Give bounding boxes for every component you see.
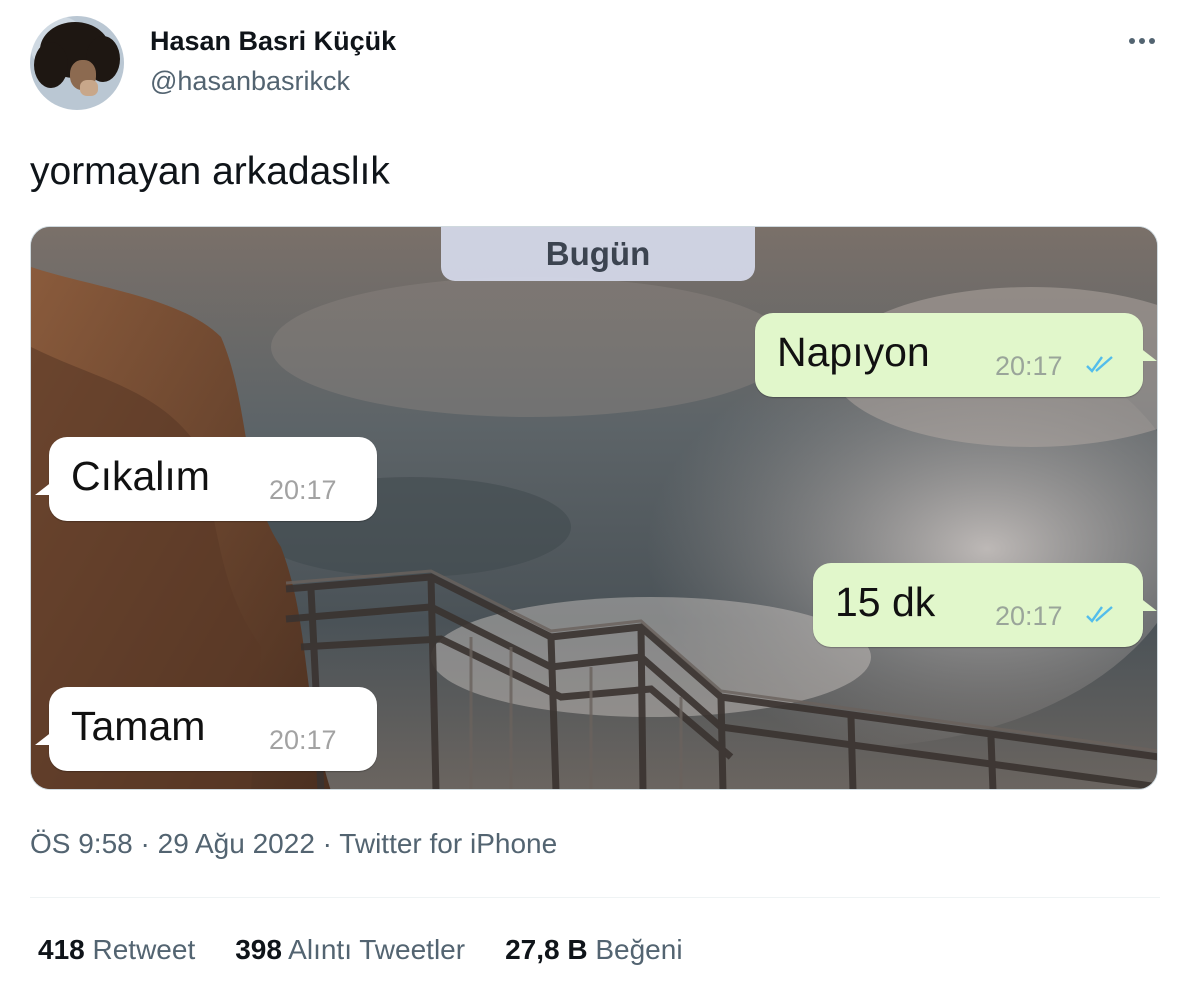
chat-message-text: Tamam	[71, 703, 206, 749]
chat-bubble-incoming: Tamam 20:17	[35, 687, 377, 771]
chat-bubble-outgoing: Napıyon 20:17	[755, 313, 1157, 397]
more-dots-icon	[1139, 38, 1145, 44]
likes-stat[interactable]: 27,8 B Beğeni	[505, 934, 682, 966]
quotes-count: 398	[235, 934, 282, 965]
chat-message-text: Napıyon	[777, 329, 930, 375]
chat-bubble-outgoing: 15 dk 20:17	[813, 563, 1157, 647]
chat-message-text: Cıkalım	[71, 453, 210, 499]
retweets-label: Retweet	[92, 934, 196, 965]
retweets-count: 418	[38, 934, 85, 965]
chat-message-text: 15 dk	[835, 579, 936, 625]
double-check-icon	[1086, 356, 1113, 373]
avatar[interactable]	[30, 16, 124, 110]
tweet-date-link[interactable]: 29 Ağu 2022	[158, 828, 315, 859]
meta-separator: ·	[132, 828, 158, 859]
tweet-meta: ÖS 9:58 · 29 Ağu 2022 · Twitter for iPho…	[30, 828, 557, 860]
double-check-icon	[1086, 606, 1113, 623]
quotes-label: Alıntı Tweetler	[288, 934, 466, 965]
likes-label: Beğeni	[595, 934, 683, 965]
author-handle[interactable]: @hasanbasrikck	[150, 66, 350, 97]
chat-date-chip: Bugün	[441, 227, 755, 281]
retweets-stat[interactable]: 418 Retweet	[38, 934, 195, 966]
tweet-stats: 418 Retweet 398 Alıntı Tweetler 27,8 B B…	[38, 934, 683, 966]
tweet-text: yormayan arkadaslık	[30, 150, 390, 193]
chat-bubble-incoming: Cıkalım 20:17	[35, 437, 377, 521]
author-name[interactable]: Hasan Basri Küçük	[150, 26, 396, 57]
quotes-stat[interactable]: 398 Alıntı Tweetler	[235, 934, 465, 966]
more-options-button[interactable]	[1122, 26, 1162, 56]
tweet-media-image[interactable]: Bugün Napıyon 20:17 Cıkalım 20:17 15 dk …	[30, 226, 1158, 790]
tweet-source-link[interactable]: Twitter for iPhone	[339, 828, 557, 859]
chat-message-time: 20:17	[269, 725, 337, 755]
tweet-time-link[interactable]: ÖS 9:58	[30, 828, 133, 859]
likes-count: 27,8 B	[505, 934, 588, 965]
chat-message-time: 20:17	[995, 351, 1063, 381]
more-dots-icon	[1149, 38, 1155, 44]
chat-message-time: 20:17	[269, 475, 337, 505]
meta-separator: ·	[314, 828, 340, 859]
more-dots-icon	[1129, 38, 1135, 44]
chat-message-time: 20:17	[995, 601, 1063, 631]
divider	[30, 897, 1160, 898]
